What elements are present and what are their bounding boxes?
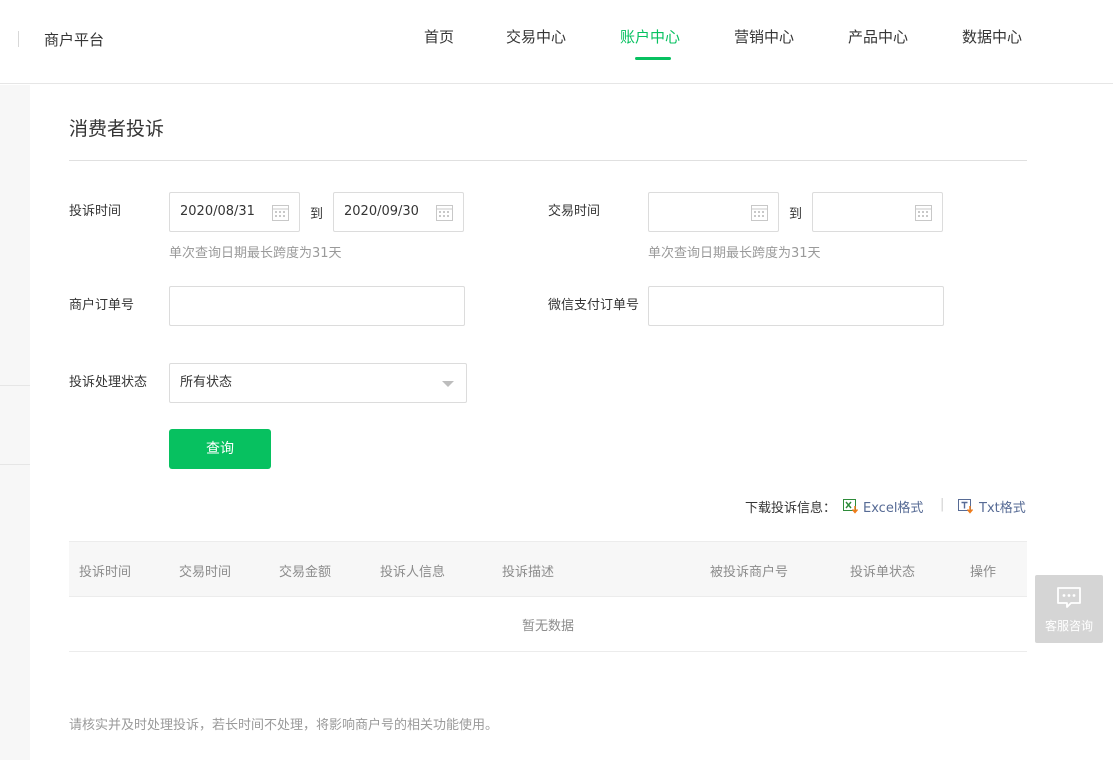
- status-select-value: 所有状态: [180, 375, 233, 390]
- excel-download-icon: [843, 499, 859, 514]
- calendar-icon: [751, 205, 768, 221]
- column-header: 操作: [970, 565, 997, 580]
- chat-bubble-icon: [1057, 587, 1081, 608]
- wechat-order-input[interactable]: [648, 286, 944, 326]
- nav-home[interactable]: 首页: [424, 26, 454, 47]
- txt-download-icon: [958, 499, 974, 514]
- chevron-down-icon: [442, 381, 454, 387]
- trade-start-date-input[interactable]: [648, 192, 779, 232]
- excel-download-link[interactable]: Excel格式: [863, 497, 923, 516]
- nav-product-center[interactable]: 产品中心: [848, 26, 908, 47]
- sidebar: [0, 85, 30, 760]
- calendar-icon: [436, 205, 453, 221]
- query-button[interactable]: 查询: [169, 429, 271, 469]
- empty-state-text: 暂无数据: [521, 619, 574, 634]
- trade-time-label: 交易时间: [548, 204, 601, 219]
- active-nav-indicator: [635, 57, 671, 60]
- complaint-time-label: 投诉时间: [69, 204, 122, 219]
- nav-data-center[interactable]: 数据中心: [962, 26, 1022, 47]
- status-select[interactable]: 所有状态: [169, 363, 467, 403]
- download-label: 下载投诉信息：: [745, 501, 837, 516]
- calendar-icon: [915, 205, 932, 221]
- date-range-to-label: 到: [789, 207, 803, 222]
- complaint-start-date-input[interactable]: 2020/08/31: [169, 192, 300, 232]
- footnote: 请核实并及时处理投诉，若长时间不处理，将影响商户号的相关功能使用。: [69, 718, 499, 733]
- column-header: 投诉人信息: [380, 565, 446, 580]
- customer-service-label: 客服咨询: [1044, 619, 1093, 633]
- download-separator: |: [940, 497, 945, 512]
- complaint-start-date-value: 2020/08/31: [180, 204, 255, 219]
- trade-range-hint: 单次查询日期最长跨度为31天: [648, 246, 821, 261]
- date-range-to-label: 到: [310, 207, 324, 222]
- merchant-order-label: 商户订单号: [69, 298, 135, 313]
- column-header: 投诉单状态: [850, 565, 916, 580]
- trade-end-date-input[interactable]: [812, 192, 943, 232]
- complaint-end-date-value: 2020/09/30: [344, 204, 419, 219]
- column-header: 交易时间: [179, 565, 232, 580]
- complaints-table-body: 暂无数据: [69, 597, 1027, 652]
- txt-download-link[interactable]: Txt格式: [979, 497, 1026, 516]
- complaints-table-header: 投诉时间 交易时间 交易金额 投诉人信息 投诉描述 被投诉商户号 投诉单状态 操…: [69, 541, 1027, 597]
- page-title: 消费者投诉: [69, 118, 165, 140]
- merchant-order-input[interactable]: [169, 286, 465, 326]
- column-header: 交易金额: [279, 565, 332, 580]
- title-divider: [69, 160, 1027, 161]
- brand-title: 商户平台: [44, 31, 105, 49]
- calendar-icon: [272, 205, 289, 221]
- column-header: 投诉描述: [502, 565, 555, 580]
- brand-divider: [18, 31, 19, 47]
- complaint-range-hint: 单次查询日期最长跨度为31天: [169, 246, 342, 261]
- customer-service-button[interactable]: 客服咨询: [1035, 575, 1103, 643]
- complaint-end-date-input[interactable]: 2020/09/30: [333, 192, 464, 232]
- top-bar: 商户平台 首页 交易中心 账户中心 营销中心 产品中心 数据中心: [0, 0, 1113, 84]
- nav-account-center[interactable]: 账户中心: [620, 26, 680, 47]
- column-header: 投诉时间: [79, 565, 132, 580]
- column-header: 被投诉商户号: [710, 565, 789, 580]
- sidebar-divider: [0, 464, 30, 465]
- wechat-order-label: 微信支付订单号: [548, 298, 640, 313]
- sidebar-divider: [0, 385, 30, 386]
- nav-marketing-center[interactable]: 营销中心: [734, 26, 794, 47]
- status-label: 投诉处理状态: [69, 375, 148, 390]
- nav-trade-center[interactable]: 交易中心: [506, 26, 566, 47]
